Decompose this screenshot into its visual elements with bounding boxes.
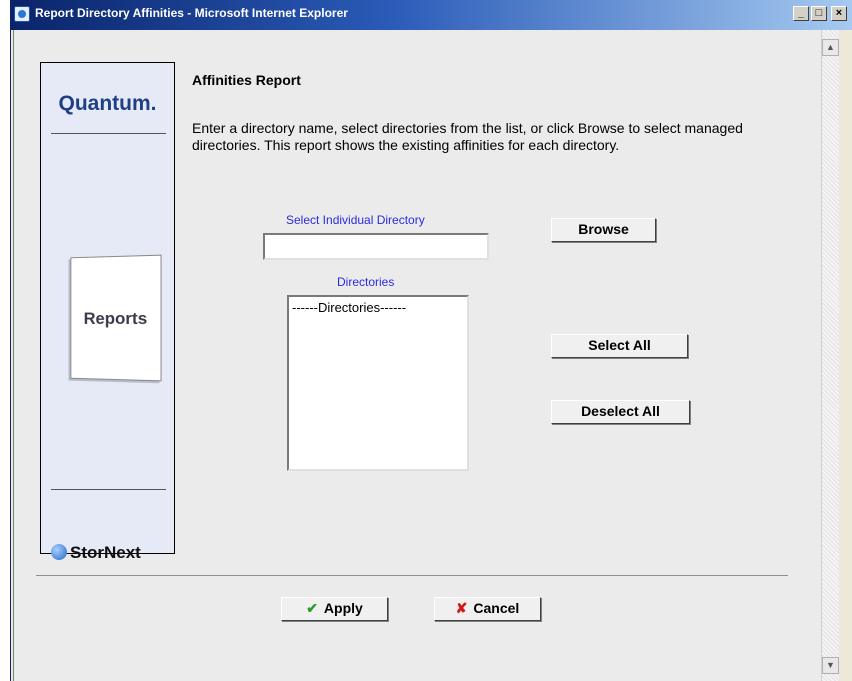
globe-icon — [51, 544, 67, 560]
window-title: Report Directory Affinities - Microsoft … — [35, 6, 348, 20]
maximize-button[interactable]: □ — [811, 6, 827, 21]
page-title: Affinities Report — [192, 72, 301, 88]
select-directory-label: Select Individual Directory — [286, 213, 425, 227]
ie-page-icon — [14, 6, 30, 22]
scroll-down-button[interactable]: ▼ — [822, 657, 839, 674]
instructions-text: Enter a directory name, select directori… — [192, 120, 743, 153]
title-bar[interactable]: Report Directory Affinities - Microsoft … — [11, 0, 852, 30]
brand-panel: Quantum. Reports StorNext — [40, 62, 175, 562]
apply-button[interactable]: ✔ Apply — [281, 597, 388, 621]
select-all-button[interactable]: Select All — [551, 334, 688, 358]
deselect-all-button[interactable]: Deselect All — [551, 400, 690, 424]
close-button[interactable]: × — [831, 6, 847, 21]
cancel-button[interactable]: ✘ Cancel — [434, 597, 541, 621]
directories-listbox[interactable]: ------Directories------ — [287, 295, 469, 471]
cancel-label: Cancel — [473, 600, 520, 616]
quantum-logo: Quantum. — [58, 92, 157, 115]
vertical-scrollbar[interactable]: ▲ ▼ — [821, 30, 839, 681]
apply-label: Apply — [323, 600, 363, 616]
reports-label: Reports — [83, 308, 148, 329]
list-item[interactable]: ------Directories------ — [292, 300, 406, 315]
brand-divider-bottom — [51, 489, 166, 490]
footer-divider — [36, 575, 788, 576]
browser-window: Report Directory Affinities - Microsoft … — [10, 0, 852, 681]
browse-button[interactable]: Browse — [551, 218, 656, 242]
brand-divider-top — [51, 133, 166, 134]
minimize-button[interactable]: _ — [793, 6, 809, 21]
directory-input[interactable] — [263, 233, 489, 260]
checkmark-icon: ✔ — [306, 600, 318, 616]
x-icon: ✘ — [455, 600, 468, 616]
reports-graphic: Reports — [70, 254, 162, 382]
stornext-logo: StorNext — [51, 543, 141, 563]
stornext-label: StorNext — [70, 543, 141, 562]
directories-label: Directories — [337, 275, 395, 289]
page-content: Quantum. Reports StorNext Affinities Rep… — [13, 30, 821, 681]
scroll-up-button[interactable]: ▲ — [822, 39, 839, 56]
